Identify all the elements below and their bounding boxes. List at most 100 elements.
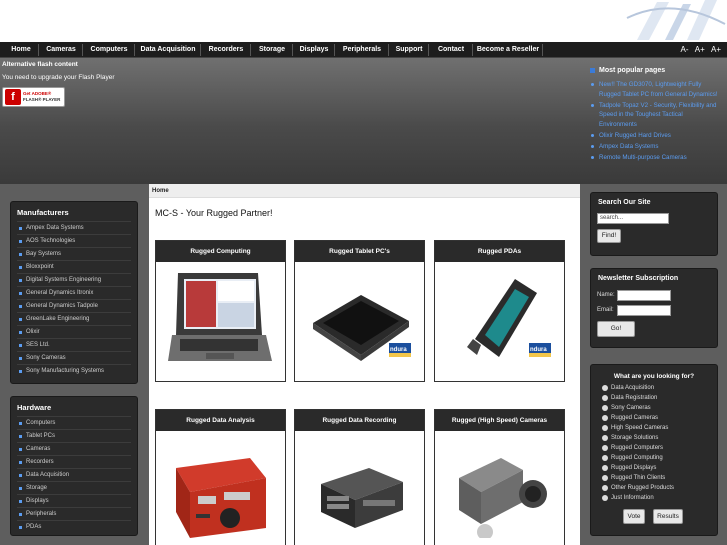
popular-pages: Most popular pages New!! The GD3070, Lig… (590, 67, 722, 164)
newsletter-title: Newsletter Subscription (598, 275, 679, 282)
hardware-link[interactable]: PDAs (17, 520, 131, 533)
hardware-link[interactable]: Cameras (17, 442, 131, 455)
manufacturer-link[interactable]: Sony Manufacturing Systems (17, 364, 131, 377)
hardware-link[interactable]: Displays (17, 494, 131, 507)
hardware-link[interactable]: Computers (17, 416, 131, 429)
nav-storage[interactable]: Storage (252, 42, 292, 58)
nav-peripherals[interactable]: Peripherals (336, 42, 388, 58)
nav-computers[interactable]: Computers (84, 42, 134, 58)
nav-cameras[interactable]: Cameras (40, 42, 82, 58)
manufacturer-link[interactable]: GreenLake Engineering (17, 312, 131, 325)
email-label: Email: (597, 307, 614, 313)
product-rugged-computing[interactable]: Rugged Computing (155, 240, 286, 382)
manufacturer-link[interactable]: Ampex Data Systems (17, 221, 131, 234)
product-title: Rugged Data Analysis (156, 410, 285, 431)
results-button[interactable]: Results (653, 509, 683, 524)
poll-option[interactable]: Data Acquisition (602, 383, 654, 393)
poll-option[interactable]: Rugged Computing (602, 453, 663, 463)
product-rugged-camera[interactable]: Rugged (High Speed) Cameras (434, 409, 565, 545)
product-rugged-data-analysis[interactable]: Rugged Data Analysis (155, 409, 286, 545)
data-analysis-image (176, 458, 266, 538)
poll-option[interactable]: Rugged Computers (602, 443, 663, 453)
tablet-image: ndura (313, 295, 411, 361)
breadcrumb: Home (149, 184, 580, 198)
name-field[interactable] (617, 290, 671, 301)
nav-support[interactable]: Support (390, 42, 428, 58)
poll-option[interactable]: Other Rugged Products (602, 483, 674, 493)
get-flash-player-button[interactable]: f Get ADOBE® FLASH® PLAYER (2, 87, 65, 107)
font-reset-button[interactable]: A+ (695, 45, 705, 54)
breadcrumb-home[interactable]: Home (152, 188, 169, 194)
hardware-title: Hardware (17, 403, 52, 412)
hardware-link[interactable]: Tablet PCs (17, 429, 131, 442)
find-button[interactable]: Find! (597, 229, 621, 243)
nav-become-reseller[interactable]: Become a Reseller (474, 42, 542, 58)
nav-displays[interactable]: Displays (294, 42, 334, 58)
flash-badge-line1: Get ADOBE® (23, 91, 52, 96)
poll-option[interactable]: Rugged Thin Clients (602, 473, 665, 483)
search-panel: Search Our Site search... Find! (590, 192, 718, 256)
vote-button[interactable]: Vote (623, 509, 645, 524)
nav-contact[interactable]: Contact (430, 42, 472, 58)
poll-option[interactable]: Rugged Displays (602, 463, 656, 473)
font-increase-button[interactable]: A+ (711, 45, 721, 54)
product-rugged-data-recording[interactable]: Rugged Data Recording (294, 409, 425, 545)
newsletter-panel: Newsletter Subscription Name: Email: Go! (590, 268, 718, 348)
poll-option[interactable]: High Speed Cameras (602, 423, 668, 433)
nav-data-acquisition[interactable]: Data Acquisition (136, 42, 200, 58)
font-decrease-button[interactable]: A- (681, 45, 689, 54)
search-input[interactable]: search... (597, 213, 669, 224)
manufacturer-link[interactable]: AOS Technologies (17, 234, 131, 247)
manufacturer-link[interactable]: Sony Cameras (17, 351, 131, 364)
hardware-link[interactable]: Data Acquisition (17, 468, 131, 481)
poll-option[interactable]: Sony Cameras (602, 403, 651, 413)
manufacturer-link[interactable]: Bloxxpoint (17, 260, 131, 273)
flash-badge-line2: FLASH® PLAYER (23, 97, 61, 102)
manufacturer-link[interactable]: General Dynamics Itronix (17, 286, 131, 299)
popular-link[interactable]: Remote Multi-purpose Cameras (590, 153, 722, 163)
poll-option[interactable]: Just Information (602, 493, 654, 503)
indura-badge: ndura (530, 347, 547, 353)
data-recording-image (321, 468, 403, 528)
popular-title: Most popular pages (590, 67, 722, 74)
indura-badge: ndura (390, 347, 407, 353)
poll-option[interactable]: Data Registration (602, 393, 657, 403)
pda-image: ndura (467, 279, 551, 357)
email-field[interactable] (617, 305, 671, 316)
site-logo[interactable] (617, 0, 727, 42)
hardware-link[interactable]: Storage (17, 481, 131, 494)
popular-link[interactable]: New!! The GD3070, Lightweight Fully Rugg… (590, 80, 722, 99)
manufacturers-title: Manufacturers (17, 208, 69, 217)
poll-option[interactable]: Storage Solutions (602, 433, 658, 443)
product-title: Rugged Data Recording (295, 410, 424, 431)
manufacturer-link[interactable]: General Dynamics Tadpole (17, 299, 131, 312)
poll-option[interactable]: Rugged Cameras (602, 413, 658, 423)
manufacturer-link[interactable]: Bay Systems (17, 247, 131, 260)
flash-title: Alternative flash content (2, 61, 78, 68)
search-title: Search Our Site (598, 199, 651, 206)
manufacturer-link[interactable]: SES Ltd. (17, 338, 131, 351)
popular-link[interactable]: Tadpole Topaz V2 - Security, Flexibility… (590, 101, 722, 130)
manufacturer-link[interactable]: Digital Systems Engineering (17, 273, 131, 286)
product-rugged-pda[interactable]: Rugged PDAs ndura (434, 240, 565, 382)
hardware-link[interactable]: Recorders (17, 455, 131, 468)
popular-link[interactable]: Ampex Data Systems (590, 142, 722, 152)
hardware-panel: Hardware Computers Tablet PCs Cameras Re… (10, 396, 138, 536)
subscribe-button[interactable]: Go! (597, 321, 635, 337)
product-title: Rugged PDAs (435, 241, 564, 262)
product-title: Rugged Computing (156, 241, 285, 262)
poll-panel: What are you looking for? Data Acquisiti… (590, 364, 718, 536)
nav-recorders[interactable]: Recorders (202, 42, 250, 58)
name-label: Name: (597, 292, 615, 298)
manufacturer-link[interactable]: Olixir (17, 325, 131, 338)
product-title: Rugged (High Speed) Cameras (435, 410, 564, 431)
product-rugged-tablet[interactable]: Rugged Tablet PC's ndura (294, 240, 425, 382)
flash-icon: f (5, 89, 21, 105)
main-navigation: Home Cameras Computers Data Acquisition … (0, 42, 727, 58)
popular-link[interactable]: Olixir Rugged Hard Drives (590, 131, 722, 141)
hardware-link[interactable]: Peripherals (17, 507, 131, 520)
product-title: Rugged Tablet PC's (295, 241, 424, 262)
camera-image (459, 458, 547, 538)
nav-home[interactable]: Home (4, 42, 38, 58)
page-title: MC-S - Your Rugged Partner! (155, 208, 273, 218)
